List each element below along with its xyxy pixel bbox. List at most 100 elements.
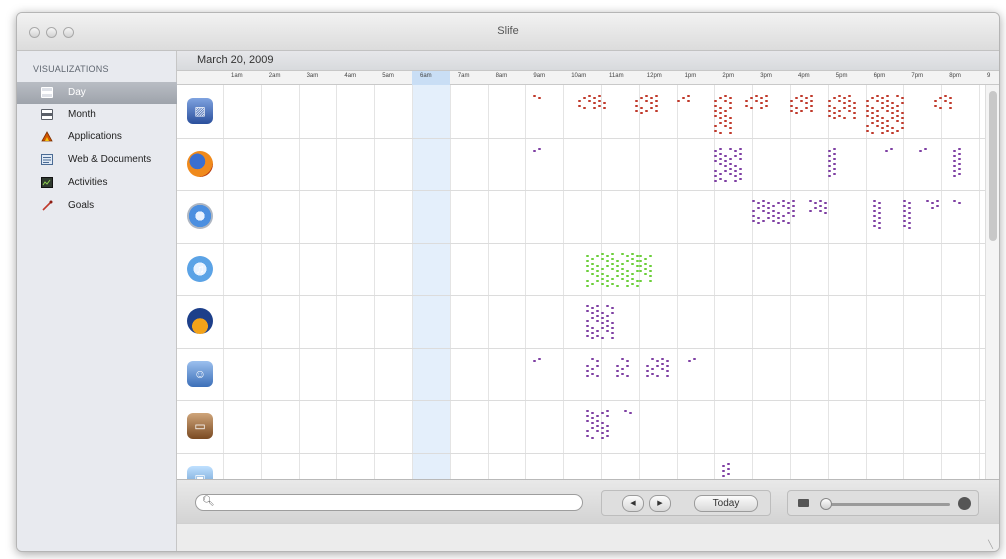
- activity-mark: [595, 264, 599, 267]
- activity-mark: [734, 169, 738, 172]
- activity-mark: [625, 269, 629, 272]
- activity-mark: [729, 157, 733, 160]
- activity-mark: [721, 464, 725, 467]
- activity-mark: [640, 112, 644, 114]
- firefox-icon[interactable]: [187, 150, 213, 177]
- search-field[interactable]: 🔍︎: [195, 494, 583, 511]
- activity-mark: [754, 100, 758, 102]
- sidebar-item-label: Day: [68, 87, 86, 98]
- calendar-day-icon: [41, 87, 53, 98]
- sidebar-item-web-documents[interactable]: Web & Documents: [17, 149, 177, 171]
- activity-mark: [744, 105, 748, 107]
- next-day-button[interactable]: ▶: [649, 495, 671, 512]
- zoom-slider-track[interactable]: [820, 503, 950, 506]
- activity-mark: [767, 202, 771, 204]
- activity-mark: [724, 164, 728, 167]
- activity-mark: [600, 412, 604, 414]
- activity-mark: [827, 115, 831, 117]
- activity-mark: [827, 164, 831, 167]
- previous-day-button[interactable]: ◀: [622, 495, 644, 512]
- keynote-icon[interactable]: ▭: [187, 413, 213, 439]
- activity-mark: [832, 167, 836, 170]
- activity-mark: [714, 100, 718, 102]
- itunes-icon[interactable]: ♫: [187, 255, 213, 282]
- activity-mark: [686, 100, 690, 102]
- activity-mark: [590, 437, 594, 439]
- activity-mark: [621, 372, 625, 375]
- activity-mark: [729, 172, 733, 175]
- today-button[interactable]: Today: [694, 495, 758, 512]
- activity-mark: [865, 125, 869, 127]
- activity-mark: [726, 462, 730, 465]
- activity-mark: [739, 147, 743, 150]
- activity-mark: [936, 200, 940, 202]
- activity-mark: [640, 97, 644, 99]
- activity-mark: [610, 332, 614, 334]
- activity-mark: [595, 279, 599, 282]
- activity-mark: [918, 149, 922, 152]
- activity-mark: [772, 215, 776, 217]
- sidebar-item-applications[interactable]: Applications: [17, 126, 177, 148]
- activity-mark: [578, 100, 582, 102]
- search-input[interactable]: [214, 496, 574, 509]
- activity-mark: [870, 122, 874, 124]
- activity-mark: [600, 277, 604, 280]
- activity-mark: [933, 100, 937, 102]
- safari-icon[interactable]: [187, 203, 213, 229]
- activity-mark: [873, 210, 877, 212]
- activity-mark: [790, 100, 793, 102]
- sidebar-item-day[interactable]: Day: [17, 82, 177, 104]
- activity-mark: [884, 149, 888, 152]
- activity-mark: [655, 95, 659, 97]
- finder-icon[interactable]: ☺: [187, 360, 213, 387]
- activity-mark: [638, 269, 642, 272]
- activity-mark: [585, 374, 589, 377]
- activity-mark: [767, 212, 771, 214]
- activity-mark: [762, 205, 766, 207]
- activity-mark: [885, 110, 889, 112]
- activity-mark: [585, 420, 589, 422]
- audio-app-icon[interactable]: [187, 308, 213, 334]
- activity-mark: [847, 100, 851, 102]
- scrollbar-thumb[interactable]: [989, 91, 997, 241]
- zoom-slider-knob[interactable]: [820, 498, 832, 510]
- sidebar-item-goals[interactable]: Goals: [17, 195, 177, 217]
- activity-mark: [772, 220, 776, 222]
- preview-app-icon[interactable]: ▨: [187, 98, 213, 124]
- sidebar-item-month[interactable]: Month: [17, 104, 177, 126]
- activity-mark: [605, 425, 609, 427]
- activity-mark: [651, 357, 655, 360]
- activity-mark: [943, 95, 947, 97]
- activity-mark: [714, 149, 718, 152]
- activity-mark: [595, 254, 599, 257]
- activity-mark: [643, 262, 647, 265]
- activity-mark: [645, 110, 649, 112]
- activity-mark: [847, 105, 851, 107]
- activity-mark: [900, 122, 904, 124]
- activity-mark: [808, 200, 812, 202]
- activity-mark: [645, 100, 649, 102]
- activity-mark: [952, 154, 956, 157]
- window-title: Slife: [497, 25, 519, 37]
- zoom-in-icon[interactable]: [958, 497, 971, 510]
- hour-label: 8pm: [949, 73, 961, 79]
- image-app-icon[interactable]: ▣: [187, 465, 213, 479]
- resize-grip-icon[interactable]: ╲: [988, 540, 993, 549]
- activity-mark: [655, 100, 659, 102]
- activity-mark: [900, 117, 904, 119]
- vertical-scrollbar[interactable]: [985, 85, 999, 479]
- activity-mark: [938, 107, 942, 109]
- activity-mark: [757, 217, 761, 219]
- activity-mark: [870, 117, 874, 119]
- activity-mark: [729, 167, 733, 170]
- calendar-month-icon: [41, 109, 53, 120]
- activity-mark: [595, 315, 599, 317]
- activity-mark: [724, 115, 728, 117]
- activity-mark: [686, 95, 690, 97]
- activity-mark: [734, 174, 738, 177]
- hour-label: 3pm: [760, 73, 772, 79]
- sidebar-item-label: Applications: [68, 131, 122, 142]
- zoom-out-icon[interactable]: [798, 499, 809, 507]
- sidebar-item-activities[interactable]: Activities: [17, 172, 177, 194]
- activity-mark: [729, 127, 733, 129]
